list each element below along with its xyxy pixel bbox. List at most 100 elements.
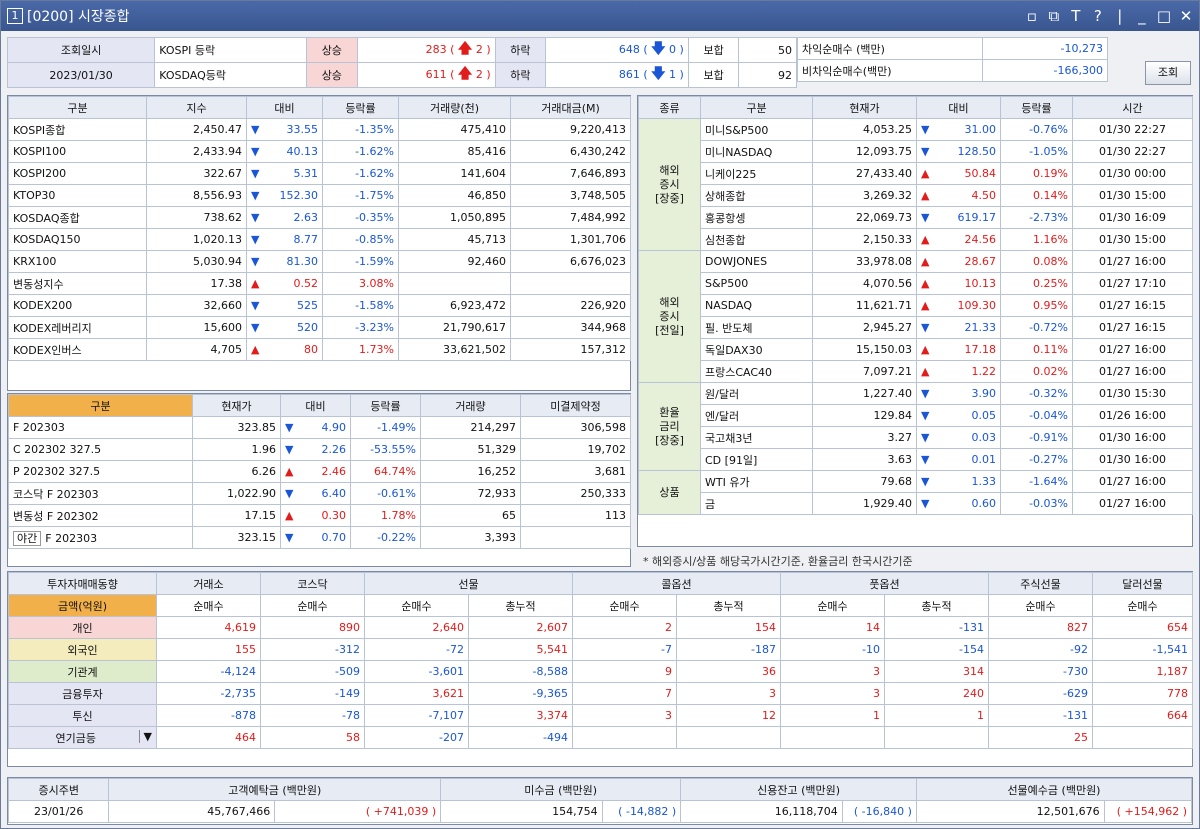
world-row[interactable]: S&P500 4,070.56 ▲ 10.13 0.25% 01/27 17:10 (639, 272, 1193, 295)
world-rate: 0.11% (1000, 338, 1073, 361)
world-row[interactable]: 환율 금리 [장중] 원/달러 1,227.40 ▼ 3.90 -0.32% 01/… (638, 382, 1193, 471)
world-row[interactable]: 상품 WTI 유가 79.68 ▼ 1.33 -1.64% 01/27 16:00 (638, 470, 1193, 515)
index-row[interactable]: KOSPI100 2,433.94 ▼ 40.13 -1.62% 85,416 6… (8, 140, 631, 163)
futures-row[interactable]: C 202302 327.5 1.96 ▼ 2.26 -53.55% 51,329… (8, 438, 631, 461)
investor-name: 투신 (8, 704, 157, 727)
index-amount: 7,646,893 (510, 162, 631, 185)
investor-table: 투자자매매동향 거래소 코스닥 선물 콜옵션 풋옵션 주식선물 달러선물 금액(… (8, 572, 1193, 749)
arb-value: -10,273 (982, 37, 1108, 60)
index-row[interactable]: KTOP30 8,556.93 ▼ 152.30 -1.75% 46,850 3,… (8, 184, 631, 207)
world-row[interactable]: CD [91일] 3.63 ▼ 0.01 -0.27% 01/30 16:00 (639, 448, 1193, 471)
world-value: 1,929.40 (812, 492, 917, 515)
summary-header: 미수금 (백만원) (440, 778, 682, 801)
investor-value: -3,601 (364, 660, 469, 683)
index-row[interactable]: KODEX레버리지 15,600 ▼ 520 -3.23% 21,790,617 … (8, 316, 631, 339)
dropdown-icon[interactable]: ▼ (138, 729, 152, 743)
index-rate: -1.62% (322, 140, 399, 163)
down-triangle-icon: ▼ (921, 475, 930, 488)
top-summary: 조회일시 KOSPI 등락 상승 283 ( 🡅 2 ) 하락 648 ( 🡇 … (6, 37, 1193, 89)
futures-night-row[interactable]: 야간 F 202303 323.15 ▼ 0.70 -0.22% 3,393 (8, 526, 631, 549)
world-row[interactable]: 필. 반도체 2,945.27 ▼ 21.33 -0.72% 01/27 16:1… (639, 316, 1193, 339)
futures-rate: -1.49% (350, 416, 421, 439)
investor-name[interactable]: 연기금등 ▼ (8, 726, 157, 749)
up-triangle-icon: ▲ (921, 277, 930, 290)
window-title: [0200] 시장종합 (27, 9, 130, 25)
index-volume: 475,410 (398, 118, 511, 141)
query-button[interactable]: 조회 (1145, 61, 1191, 85)
investor-row[interactable]: 연기금등 ▼ 464 58 -207 -494 25 (8, 726, 1193, 749)
advance-decline-table: 조회일시 KOSPI 등락 상승 283 ( 🡅 2 ) 하락 648 ( 🡇 … (6, 37, 797, 88)
index-row[interactable]: KOSPI종합 2,450.47 ▼ 33.55 -1.35% 475,410 9… (8, 118, 631, 141)
world-row[interactable]: 해외 증시 [장중] 미니S&P500 4,053.25 ▼ 31.00 -0.76… (638, 118, 1193, 251)
futures-name: 코스닥 F 202303 (8, 482, 193, 505)
futures-row[interactable]: F 202303 323.85 ▼ 4.90 -1.49% 214,297 306… (8, 416, 631, 439)
world-change: ▲ 17.18 (916, 338, 1001, 361)
index-row[interactable]: KOSPI200 322.67 ▼ 5.31 -1.62% 141,604 7,6… (8, 162, 631, 185)
world-row[interactable]: 금 1,929.40 ▼ 0.60 -0.03% 01/27 16:00 (639, 492, 1193, 515)
deposit-change: ( +741,039 ) (274, 800, 442, 823)
world-row[interactable]: 상해종합 3,269.32 ▲ 4.50 0.14% 01/30 15:00 (639, 184, 1193, 207)
world-rate: -0.04% (1000, 404, 1073, 427)
help-icon[interactable]: ? (1091, 7, 1105, 25)
index-row[interactable]: KOSDAQ종합 738.62 ▼ 2.63 -0.35% 1,050,895 7… (8, 206, 631, 229)
text-size-icon[interactable]: T (1069, 7, 1083, 25)
investor-row[interactable]: 기관계 -4,124 -509 -3,601 -8,588 9 36 3 314 -730 1,18… (8, 660, 1193, 683)
investor-subheader: 순매수 (156, 594, 261, 617)
query-date: 2023/01/30 (6, 62, 156, 88)
investor-subheader: 순매수 (988, 594, 1093, 617)
close-icon[interactable]: ✕ (1179, 7, 1193, 25)
investor-row[interactable]: 외국인 155 -312 -72 5,541 -7 -187 -10 -154 -92 -1,541 (8, 638, 1193, 661)
world-row[interactable]: 엔/달러 129.84 ▼ 0.05 -0.04% 01/26 16:00 (639, 404, 1193, 427)
world-rate: -1.64% (1000, 470, 1073, 493)
investor-value: 2 (572, 616, 677, 639)
index-row[interactable]: KODEX인버스 4,705 ▲ 80 1.73% 33,621,502 157,… (8, 338, 631, 361)
futures-panel: 구분 현재가 대비 등락률 거래량 미결제약정 F 202303 323.85 ▼ 4.90… (7, 393, 631, 567)
index-volume: 141,604 (398, 162, 511, 185)
down-triangle-icon: ▼ (921, 453, 930, 466)
index-value: 32,660 (146, 294, 247, 317)
index-row[interactable]: KODEX200 32,660 ▼ 525 -1.58% 6,923,472 22… (8, 294, 631, 317)
world-row[interactable]: 니케이225 27,433.40 ▲ 50.84 0.19% 01/30 00:0… (639, 162, 1193, 185)
down-triangle-icon: ▼ (285, 531, 294, 544)
investor-value: 2,607 (468, 616, 573, 639)
index-row[interactable]: KOSDAQ150 1,020.13 ▼ 8.77 -0.85% 45,713 1… (8, 228, 631, 251)
investor-row[interactable]: 개인 4,619 890 2,640 2,607 2 154 14 -131 827 654 (8, 616, 1193, 639)
futures-row[interactable]: P 202302 327.5 6.26 ▲ 2.46 64.74% 16,252 … (8, 460, 631, 483)
world-time: 01/30 22:27 (1072, 140, 1193, 163)
world-row[interactable]: 미니NASDAQ 12,093.75 ▼ 128.50 -1.05% 01/30 … (639, 140, 1193, 163)
investor-header: 투자자매매동향 (8, 572, 157, 595)
futures-open-interest: 3,681 (520, 460, 631, 483)
down-label: 하락 (494, 62, 547, 88)
minimize-icon[interactable]: _ (1135, 7, 1149, 25)
investor-value: -494 (468, 726, 573, 749)
world-name: 국고채3년 (700, 426, 813, 449)
index-row[interactable]: KRX100 5,030.94 ▼ 81.30 -1.59% 92,460 6,6… (8, 250, 631, 273)
world-row[interactable]: 해외 증시 [전일] DOWJONES 33,978.08 ▲ 28.67 0.08… (638, 250, 1193, 383)
world-row[interactable]: 홍콩항셍 22,069.73 ▼ 619.17 -2.73% 01/30 16:0… (639, 206, 1193, 229)
up-triangle-icon: ▲ (921, 365, 930, 378)
unit-label[interactable]: 금액(억원) (8, 594, 157, 617)
world-name: 니케이225 (700, 162, 813, 185)
futures-row[interactable]: 코스닥 F 202303 1,022.90 ▼ 6.40 -0.61% 72,93… (8, 482, 631, 505)
maximize-icon[interactable]: □ (1157, 7, 1171, 25)
investor-value: -4,124 (156, 660, 261, 683)
layout-icon[interactable]: ▫ (1025, 7, 1039, 25)
futures-change: ▲ 2.46 (280, 460, 351, 483)
copy-window-icon[interactable]: ⧉ (1047, 7, 1061, 25)
world-row[interactable]: 독일DAX30 15,150.03 ▲ 17.18 0.11% 01/27 16:… (639, 338, 1193, 361)
investor-row[interactable]: 금융투자 -2,735 -149 3,621 -9,365 7 3 3 240 -629 778 (8, 682, 1193, 705)
world-row[interactable]: NASDAQ 11,621.71 ▲ 109.30 0.95% 01/27 16:… (639, 294, 1193, 317)
world-col-header: 종류 (638, 96, 701, 119)
world-row[interactable]: 심천종합 2,150.33 ▲ 24.56 1.16% 01/30 15:00 (639, 228, 1193, 251)
up-triangle-icon: ▲ (921, 299, 930, 312)
world-row[interactable]: 프랑스CAC40 7,097.21 ▲ 1.22 0.02% 01/27 16:0… (639, 360, 1193, 383)
summary-header: 증시주변 (7, 778, 110, 801)
investor-row[interactable]: 투신 -878 -78 -7,107 3,374 3 12 1 1 -131 664 (8, 704, 1193, 727)
index-row[interactable]: 변동성지수 17.38 ▲ 0.52 3.08% (8, 272, 631, 295)
world-row[interactable]: 국고채3년 3.27 ▼ 0.03 -0.91% 01/30 16:00 (639, 426, 1193, 449)
futures-volume: 51,329 (420, 438, 521, 461)
investor-header: 풋옵션 (780, 572, 989, 595)
investor-panel: 투자자매매동향 거래소 코스닥 선물 콜옵션 풋옵션 주식선물 달러선물 금액(… (7, 571, 1193, 767)
index-rate: -0.85% (322, 228, 399, 251)
futures-row[interactable]: 변동성 F 202302 17.15 ▲ 0.30 1.78% 65 113 (8, 504, 631, 527)
